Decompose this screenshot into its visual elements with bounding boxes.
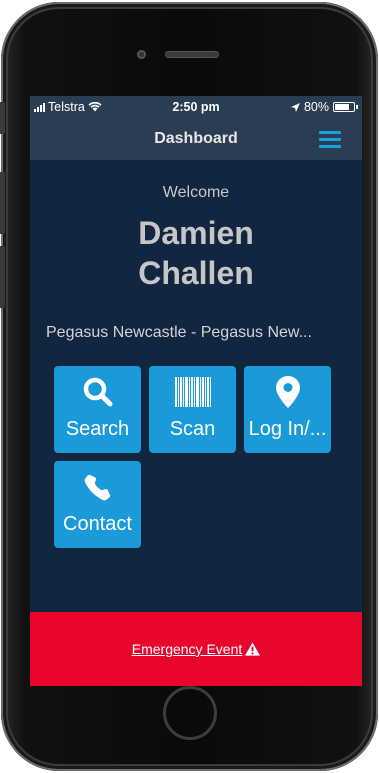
user-name-line1: Damien [138, 215, 254, 251]
battery-fill [335, 104, 350, 110]
warning-icon [245, 642, 261, 656]
phone-icon [84, 474, 110, 501]
search-button[interactable]: Search [54, 366, 141, 453]
menu-icon[interactable] [319, 131, 341, 148]
battery-tip [356, 105, 358, 109]
page-title: Dashboard [154, 130, 238, 147]
volume-down-button [0, 246, 5, 308]
status-right: 80% [290, 100, 358, 114]
log-in-button[interactable]: Log In/... [244, 366, 331, 453]
status-bar: Telstra 2:50 pm 80% [30, 96, 362, 118]
welcome-text: Welcome [162, 184, 230, 201]
map-pin-icon [275, 376, 300, 408]
phone-frame: Telstra 2:50 pm 80% Dashboard Welcome Da… [0, 2, 378, 771]
user-name-line2: Challen [138, 255, 254, 291]
contact-button[interactable]: Contact [54, 461, 141, 548]
barcode-icon [174, 377, 211, 407]
emergency-event-label: Emergency Event [131, 641, 243, 657]
location-arrow-icon [290, 102, 300, 112]
emergency-event-link[interactable]: Emergency Event [132, 641, 261, 657]
emergency-banner: Emergency Event [30, 612, 362, 686]
app-screen: Telstra 2:50 pm 80% Dashboard Welcome Da… [30, 96, 362, 686]
front-camera [137, 50, 146, 59]
scan-label: Scan [169, 418, 216, 440]
user-name: Damien Challen [30, 213, 362, 293]
contact-label: Contact [63, 513, 132, 535]
earpiece-speaker [165, 51, 219, 58]
location-text: Pegasus Newcastle - Pegasus New... [46, 324, 312, 341]
mute-switch [0, 102, 5, 134]
battery-icon [333, 102, 355, 112]
home-button[interactable] [163, 686, 217, 740]
battery-percent: 80% [303, 100, 329, 114]
nav-bar: Dashboard [30, 118, 362, 160]
search-icon [83, 377, 112, 407]
scan-button[interactable]: Scan [149, 366, 236, 453]
log-in-label: Log In/... [248, 418, 327, 440]
search-label: Search [65, 418, 130, 440]
volume-up-button [0, 172, 5, 234]
